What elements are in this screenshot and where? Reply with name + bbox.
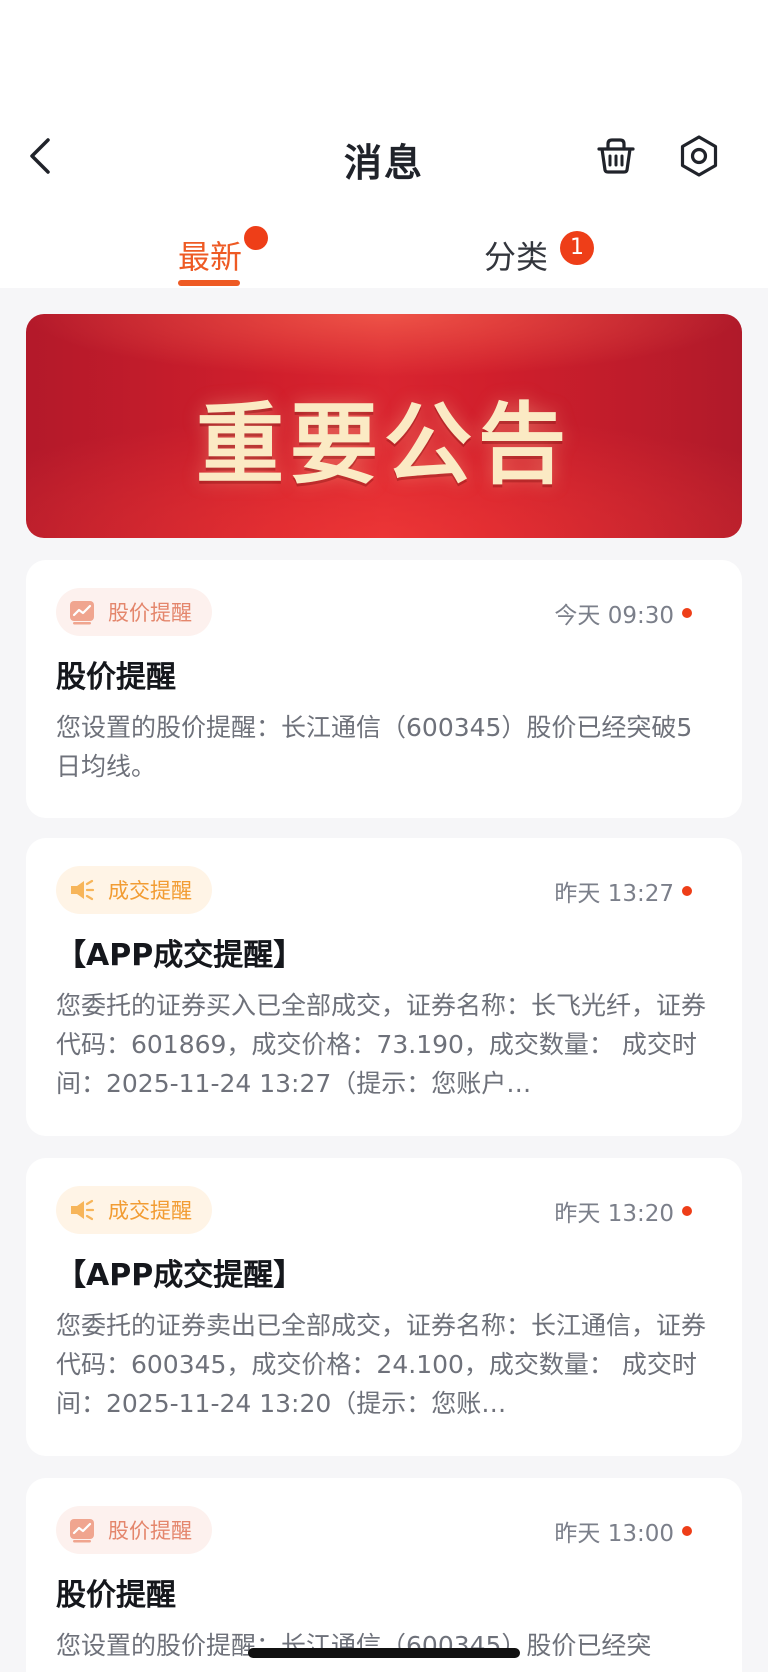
message-body: 您设置的股价提醒：长江通信（600345）股价已经突破5日均线。 <box>56 713 693 781</box>
unread-dot <box>682 886 692 896</box>
megaphone-icon <box>71 879 95 901</box>
message-tag: 股价提醒 <box>56 588 212 636</box>
message-tag: 成交提醒 <box>56 1186 212 1234</box>
message-time: 今天 09:30 <box>554 603 674 629</box>
chart-icon <box>70 1519 94 1543</box>
message-tag: 成交提醒 <box>56 866 212 914</box>
message-tag-label: 成交提醒 <box>108 879 192 903</box>
message-tag-label: 股价提醒 <box>108 601 192 625</box>
chart-icon <box>70 601 94 625</box>
message-tag: 股价提醒 <box>56 1506 212 1554</box>
message-title: 股价提醒 <box>56 660 176 695</box>
nav-bar: 消息 <box>0 116 768 196</box>
settings-button[interactable] <box>676 133 722 179</box>
message-time: 昨天 13:27 <box>554 881 674 907</box>
message-time: 昨天 13:20 <box>554 1201 674 1227</box>
message-card[interactable]: 成交提醒 昨天 13:27 【APP成交提醒】 您委托的证券买入已全部成交，证券… <box>26 838 742 1136</box>
unread-dot <box>682 608 692 618</box>
message-title: 股价提醒 <box>56 1578 176 1613</box>
message-tag-label: 成交提醒 <box>108 1199 192 1223</box>
tab-active-indicator <box>178 280 240 286</box>
unread-dot <box>682 1526 692 1536</box>
basket-icon <box>597 138 635 174</box>
unread-dot <box>682 1206 692 1216</box>
tab-category[interactable]: 分类 <box>484 232 548 278</box>
gear-icon <box>680 135 718 177</box>
home-indicator[interactable] <box>248 1648 520 1658</box>
tab-latest-unread-dot <box>244 226 268 250</box>
clear-all-button[interactable] <box>593 133 639 179</box>
tab-category-badge: 1 <box>560 231 594 265</box>
message-card[interactable]: 成交提醒 昨天 13:20 【APP成交提醒】 您委托的证券卖出已全部成交，证券… <box>26 1158 742 1456</box>
message-time: 昨天 13:00 <box>554 1521 674 1547</box>
message-body: 您委托的证券卖出已全部成交，证券名称：长江通信，证券代码：600345，成交价格… <box>56 1311 707 1418</box>
announcement-banner[interactable]: 重要公告 <box>26 314 742 538</box>
message-card[interactable]: 股价提醒 昨天 13:00 股价提醒 您设置的股价提醒：长江通信（600345）… <box>26 1478 742 1672</box>
message-body: 您设置的股价提醒：长江通信（600345）股价已经突 <box>56 1631 652 1660</box>
page-title: 消息 <box>343 141 424 185</box>
message-card[interactable]: 股价提醒 今天 09:30 股价提醒 您设置的股价提醒：长江通信（600345）… <box>26 560 742 818</box>
megaphone-icon <box>71 1199 95 1221</box>
message-title: 【APP成交提醒】 <box>56 938 304 973</box>
message-tag-label: 股价提醒 <box>108 1519 192 1543</box>
status-bar <box>0 0 768 116</box>
tab-bar: 最新 分类 1 <box>0 196 768 288</box>
message-body: 您委托的证券买入已全部成交，证券名称：长飞光纤，证券代码：601869，成交价格… <box>56 991 707 1098</box>
banner-title: 重要公告 <box>195 393 572 496</box>
message-title: 【APP成交提醒】 <box>56 1258 304 1293</box>
tab-latest[interactable]: 最新 <box>178 232 242 278</box>
